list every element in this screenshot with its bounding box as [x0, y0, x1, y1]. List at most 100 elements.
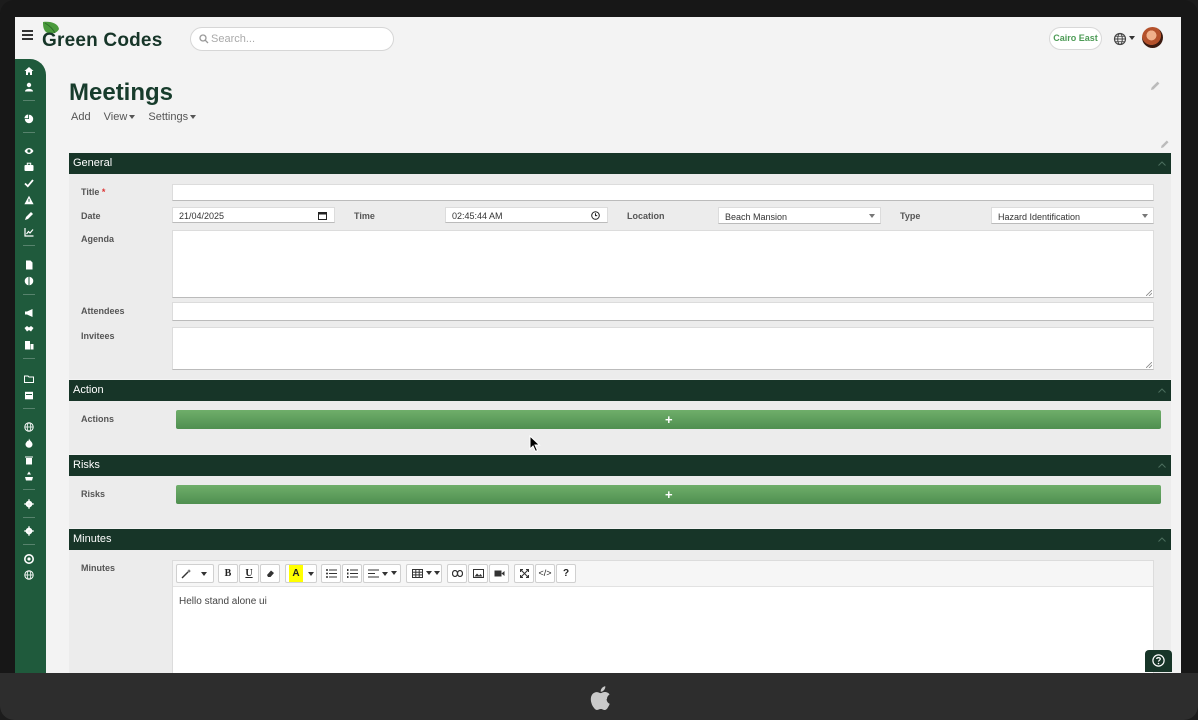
- chevron-down-icon: [434, 571, 440, 575]
- code-view-button[interactable]: </>: [535, 564, 555, 583]
- search-input[interactable]: Search...: [190, 27, 394, 51]
- location-value: Beach Mansion: [725, 212, 788, 222]
- link-button[interactable]: [447, 564, 467, 583]
- help-button[interactable]: ?: [556, 564, 576, 583]
- attendees-input[interactable]: [172, 302, 1154, 321]
- section-header-action[interactable]: Action: [69, 380, 1171, 401]
- location-select[interactable]: Beach Mansion: [718, 207, 881, 224]
- minutes-content[interactable]: Hello stand alone ui: [179, 596, 267, 607]
- chart-pie-icon[interactable]: [24, 114, 34, 124]
- eraser-button[interactable]: [260, 564, 280, 583]
- title-input[interactable]: [172, 184, 1154, 201]
- resize-handle-icon[interactable]: [1146, 290, 1152, 296]
- bold-button[interactable]: B: [218, 564, 238, 583]
- check-icon[interactable]: [24, 178, 34, 188]
- sidebar-divider: [23, 544, 35, 545]
- calendar-icon[interactable]: [24, 390, 34, 400]
- underline-label: U: [245, 568, 253, 579]
- support-icon[interactable]: [24, 554, 34, 564]
- font-color-button[interactable]: A: [285, 564, 317, 583]
- pen-icon[interactable]: [24, 211, 34, 221]
- home-icon[interactable]: [24, 66, 34, 76]
- time-value: 02:45:44 AM: [452, 211, 503, 221]
- chevron-down-icon: [869, 214, 875, 218]
- apple-logo-icon: [590, 686, 610, 710]
- settings-icon[interactable]: [24, 526, 34, 536]
- eye-icon[interactable]: [24, 146, 34, 156]
- add-risk-button[interactable]: +: [176, 485, 1161, 504]
- type-select[interactable]: Hazard Identification: [991, 207, 1154, 224]
- add-action-button[interactable]: +: [176, 410, 1161, 429]
- top-bar: Green Codes Search... Cairo East: [15, 17, 1181, 59]
- fullscreen-icon: [520, 569, 529, 578]
- sidebar-divider: [23, 489, 35, 490]
- add-link[interactable]: Add: [71, 111, 91, 123]
- chevron-down-icon[interactable]: [201, 572, 207, 576]
- time-input[interactable]: 02:45:44 AM: [445, 207, 608, 223]
- clock-icon[interactable]: [591, 211, 600, 220]
- font-color-label: A: [289, 565, 303, 582]
- section-header-risks[interactable]: Risks: [69, 455, 1171, 476]
- fullscreen-button[interactable]: [514, 564, 534, 583]
- flame-icon[interactable]: [24, 438, 34, 448]
- unordered-list-button[interactable]: [321, 564, 341, 583]
- recycle-icon[interactable]: [24, 471, 34, 481]
- invitees-textarea[interactable]: [172, 327, 1154, 370]
- chevron-down-icon: [129, 115, 136, 120]
- image-button[interactable]: [468, 564, 488, 583]
- folder-icon[interactable]: [24, 374, 34, 384]
- search-placeholder: Search...: [211, 33, 256, 45]
- handshake-icon[interactable]: [24, 324, 34, 334]
- menu-toggle-icon[interactable]: [22, 30, 33, 40]
- chevron-down-icon: [391, 571, 397, 575]
- language-icon[interactable]: [24, 570, 34, 580]
- settings-label: Settings: [148, 111, 189, 123]
- date-input[interactable]: 21/04/2025: [172, 207, 335, 223]
- chevron-down-icon[interactable]: [308, 572, 314, 576]
- resize-handle-icon[interactable]: [1146, 362, 1152, 368]
- gear-icon[interactable]: [24, 499, 34, 509]
- chevron-up-icon[interactable]: [1158, 161, 1166, 166]
- view-menu[interactable]: View: [104, 111, 136, 123]
- table-button[interactable]: [406, 564, 442, 583]
- settings-menu[interactable]: Settings: [148, 111, 197, 123]
- floating-help-button[interactable]: [1145, 650, 1172, 672]
- plus-icon: +: [665, 487, 673, 502]
- document-icon[interactable]: [24, 260, 34, 270]
- style-group: [176, 564, 214, 583]
- underline-button[interactable]: U: [239, 564, 259, 583]
- building-icon[interactable]: [24, 340, 34, 350]
- section-body-general: Title * Date 21/04/2025 Time 02:45:44 AM…: [69, 174, 1171, 379]
- chevron-up-icon[interactable]: [1158, 463, 1166, 468]
- user-icon[interactable]: [24, 82, 34, 92]
- megaphone-icon[interactable]: [24, 308, 34, 318]
- agenda-textarea[interactable]: [172, 230, 1154, 298]
- edit-page-icon[interactable]: [1150, 80, 1161, 91]
- calendar-icon[interactable]: [318, 211, 327, 220]
- section-header-general[interactable]: General: [69, 153, 1171, 174]
- video-button[interactable]: [489, 564, 509, 583]
- chevron-up-icon[interactable]: [1158, 537, 1166, 542]
- ordered-list-button[interactable]: [342, 564, 362, 583]
- align-button[interactable]: [363, 564, 401, 583]
- location-selector[interactable]: Cairo East: [1049, 27, 1102, 50]
- edit-layout-icon[interactable]: [1160, 139, 1170, 149]
- magic-wand-icon[interactable]: [181, 568, 193, 579]
- user-avatar[interactable]: [1142, 27, 1163, 48]
- briefcase-icon[interactable]: [24, 162, 34, 172]
- line-chart-icon[interactable]: [24, 227, 34, 237]
- chevron-up-icon[interactable]: [1158, 388, 1166, 393]
- minutes-editor[interactable]: B U A </> ? Hello stand alone ui: [172, 560, 1154, 673]
- section-header-minutes[interactable]: Minutes: [69, 529, 1171, 550]
- editor-toolbar: B U A </> ?: [173, 561, 1153, 587]
- sidebar-divider: [23, 294, 35, 295]
- link-icon: [452, 570, 463, 577]
- attendees-label: Attendees: [81, 306, 125, 316]
- trash-icon[interactable]: [24, 455, 34, 465]
- globe-icon[interactable]: [1113, 32, 1127, 46]
- globe-icon[interactable]: [24, 422, 34, 432]
- globe-half-icon[interactable]: [24, 276, 34, 286]
- language-caret-icon[interactable]: [1129, 36, 1135, 40]
- warning-icon[interactable]: [24, 195, 34, 205]
- question-circle-icon: [1152, 654, 1165, 667]
